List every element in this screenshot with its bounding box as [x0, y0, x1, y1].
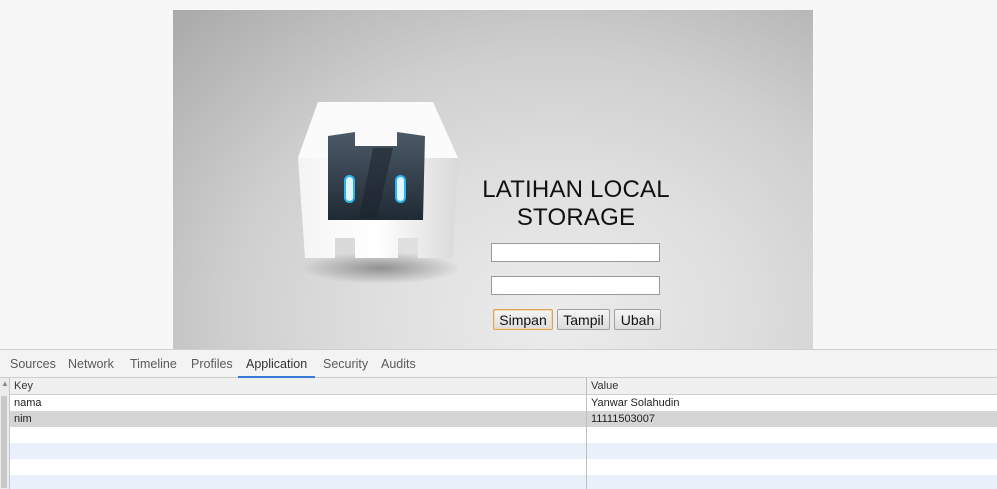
tab-sources[interactable]: Sources	[10, 350, 56, 377]
column-header-key[interactable]: Key	[14, 378, 33, 394]
table-row-empty[interactable]	[10, 427, 997, 443]
save-button[interactable]: Simpan	[493, 309, 553, 330]
column-divider[interactable]	[586, 378, 587, 489]
devtools-tab-bar: Sources Network Timeline Profiles Applic…	[0, 350, 997, 378]
input-field-1[interactable]	[491, 243, 660, 262]
local-storage-table: Key Value nama Yanwar Solahudin nim 1111…	[10, 378, 997, 489]
show-button[interactable]: Tampil	[557, 309, 610, 330]
tab-application[interactable]: Application	[237, 350, 316, 378]
row-value: 11111503007	[591, 413, 656, 425]
edit-button[interactable]: Ubah	[614, 309, 661, 330]
table-row-empty[interactable]	[10, 475, 997, 489]
scroll-up-arrow-icon[interactable]: ▲	[1, 380, 9, 388]
row-key: nim	[14, 413, 32, 425]
row-value: Yanwar Solahudin	[591, 397, 680, 409]
devtools-panel: Sources Network Timeline Profiles Applic…	[0, 349, 997, 489]
table-row-empty[interactable]	[10, 443, 997, 459]
row-key: nama	[14, 397, 42, 409]
page-title-line-2: STORAGE	[516, 204, 636, 231]
table-row-selected[interactable]: nim 11111503007	[10, 411, 997, 427]
tab-timeline[interactable]: Timeline	[130, 350, 177, 377]
page-title-line-1: LATIHAN LOCAL	[482, 176, 670, 203]
column-header-value[interactable]: Value	[591, 378, 618, 394]
tab-profiles[interactable]: Profiles	[191, 350, 233, 377]
scrollbar-thumb[interactable]	[1, 396, 7, 488]
tab-network[interactable]: Network	[68, 350, 114, 377]
tab-audits[interactable]: Audits	[381, 350, 416, 377]
table-row[interactable]: nama Yanwar Solahudin	[10, 395, 997, 411]
sidebar-scrollbar[interactable]: ▲	[0, 378, 10, 489]
app-viewport: LATIHAN LOCAL STORAGE Simpan Tampil Ubah	[173, 10, 813, 350]
table-row-empty[interactable]	[10, 459, 997, 475]
input-field-2[interactable]	[491, 276, 660, 295]
table-header: Key Value	[10, 378, 997, 395]
page-title: LATIHAN LOCAL STORAGE	[481, 176, 671, 232]
tab-security[interactable]: Security	[323, 350, 368, 377]
cordova-logo-icon	[298, 102, 461, 284]
